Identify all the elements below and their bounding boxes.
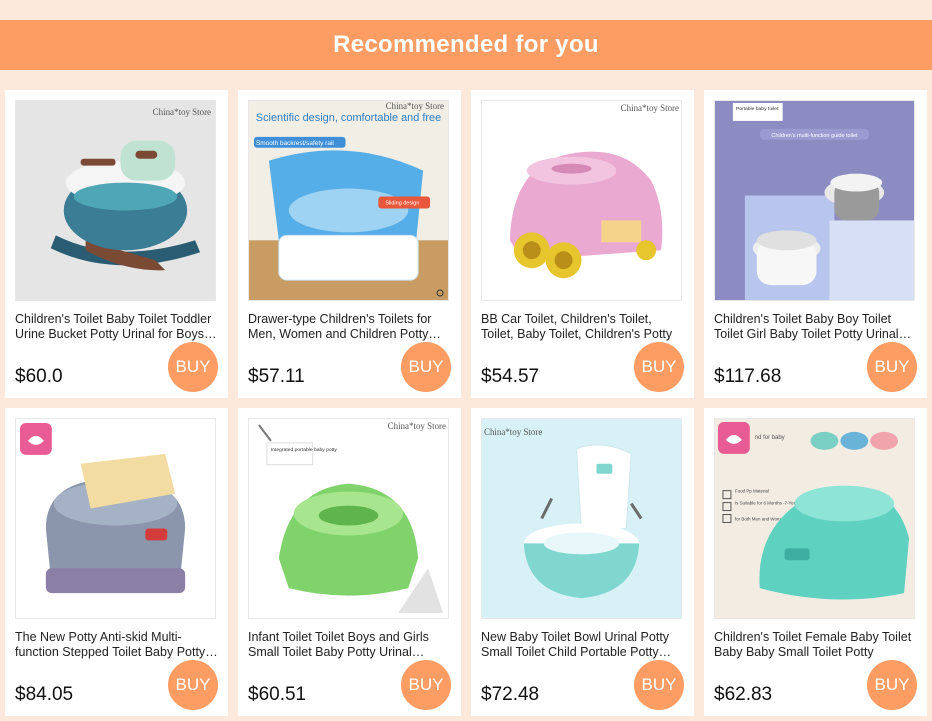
product-grid: China*toy Store Children's Toilet Baby T… xyxy=(5,90,927,716)
image-caption: Children's multi-function guide toilet xyxy=(771,133,858,139)
store-watermark: China*toy Store xyxy=(621,103,679,113)
image-line: for Both Men and Women xyxy=(735,516,786,521)
store-watermark: China*toy Store xyxy=(388,421,446,431)
product-image[interactable]: Portable baby toilet Children's multi-fu… xyxy=(714,100,915,301)
product-title[interactable]: BB Car Toilet, Children's Toilet, Toilet… xyxy=(481,312,684,342)
recommended-header: Recommended for you xyxy=(0,20,932,70)
product-title[interactable]: Children's Toilet Baby Toilet Toddler Ur… xyxy=(15,312,218,342)
product-title[interactable]: Infant Toilet Toilet Boys and Girls Smal… xyxy=(248,630,451,660)
store-watermark: China*toy Store xyxy=(153,107,211,117)
image-badge: Smooth backrest/safety rail xyxy=(256,140,334,147)
product-card[interactable]: China*toy Store New Baby Toilet Bowl Uri… xyxy=(471,408,694,716)
product-price: $72.48 xyxy=(481,684,540,705)
store-watermark: China*toy Store xyxy=(484,427,542,437)
buy-button[interactable]: BUY xyxy=(634,342,684,392)
image-caption: Scientific design, comfortable and free xyxy=(256,112,441,124)
product-price: $57.11 xyxy=(248,366,305,387)
product-card[interactable]: The New Potty Anti-skid Multi-function S… xyxy=(5,408,228,716)
product-title[interactable]: Children's Toilet Baby Boy Toilet Toilet… xyxy=(714,312,917,342)
buy-button[interactable]: BUY xyxy=(867,342,917,392)
product-image[interactable]: China*toy Store xyxy=(481,418,682,619)
buy-button[interactable]: BUY xyxy=(634,660,684,710)
product-price: $62.83 xyxy=(714,684,773,705)
product-image[interactable]: China*toy Store Scientific design, comfo… xyxy=(248,100,449,301)
image-line: Food Pp Material xyxy=(735,489,769,494)
image-tag: Integrated portable baby potty xyxy=(271,447,338,453)
product-card[interactable]: China*toy Store BB Car Toilet, Children'… xyxy=(471,90,694,398)
buy-button[interactable]: BUY xyxy=(401,342,451,392)
product-card[interactable]: Portable baby toilet Children's multi-fu… xyxy=(704,90,927,398)
image-badge-sliding: Sliding design xyxy=(385,200,419,206)
product-title[interactable]: Drawer-type Children's Toilets for Men, … xyxy=(248,312,451,342)
product-price: $84.05 xyxy=(15,684,74,705)
product-image[interactable]: nd for baby Food Pp Material Is Suitable… xyxy=(714,418,915,619)
product-title[interactable]: New Baby Toilet Bowl Urinal Potty Small … xyxy=(481,630,684,660)
product-card[interactable]: China*toy Store Integrated portable baby… xyxy=(238,408,461,716)
product-price: $54.57 xyxy=(481,366,540,387)
product-image[interactable]: China*toy Store Integrated portable baby… xyxy=(248,418,449,619)
product-title[interactable]: Children's Toilet Female Baby Toilet Bab… xyxy=(714,630,917,660)
product-card[interactable]: nd for baby Food Pp Material Is Suitable… xyxy=(704,408,927,716)
product-image[interactable]: China*toy Store xyxy=(481,100,682,301)
product-price: $60.51 xyxy=(248,684,307,705)
product-price: $60.0 xyxy=(15,366,63,387)
product-image[interactable] xyxy=(15,418,216,619)
product-image[interactable]: China*toy Store xyxy=(15,100,216,301)
buy-button[interactable]: BUY xyxy=(867,660,917,710)
header-title: Recommended for you xyxy=(333,31,599,58)
buy-button[interactable]: BUY xyxy=(401,660,451,710)
buy-button[interactable]: BUY xyxy=(168,342,218,392)
product-card[interactable]: China*toy Store Scientific design, comfo… xyxy=(238,90,461,398)
buy-button[interactable]: BUY xyxy=(168,660,218,710)
store-watermark: China*toy Store xyxy=(386,101,444,111)
image-tag: Portable baby toilet xyxy=(736,106,779,112)
product-card[interactable]: China*toy Store Children's Toilet Baby T… xyxy=(5,90,228,398)
image-caption: nd for baby xyxy=(755,435,785,441)
product-title[interactable]: The New Potty Anti-skid Multi-function S… xyxy=(15,630,218,660)
product-price: $117.68 xyxy=(714,366,782,387)
